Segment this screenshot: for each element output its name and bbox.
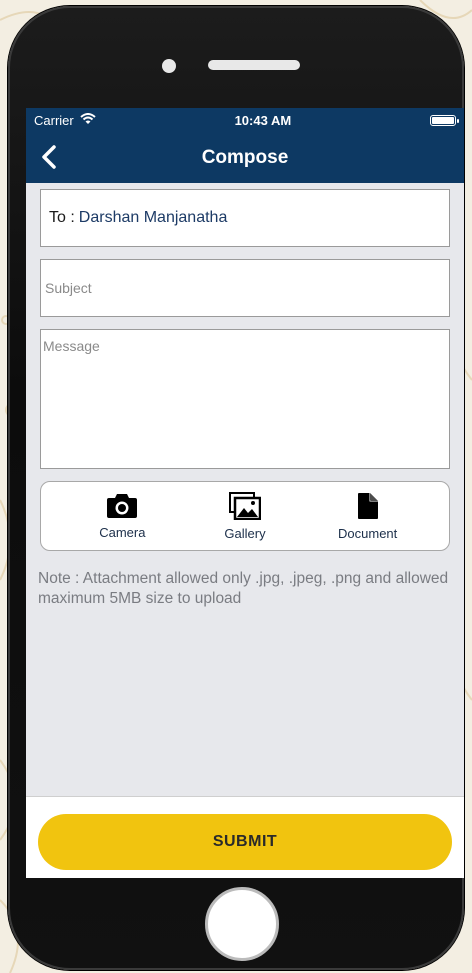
home-button[interactable] bbox=[205, 887, 279, 961]
subject-field-container bbox=[40, 259, 450, 317]
recipient-name: Darshan Manjanatha bbox=[78, 209, 228, 226]
status-bar: Carrier 10:43 AM bbox=[26, 108, 464, 132]
message-field-container bbox=[40, 329, 450, 469]
navigation-bar: Compose bbox=[26, 132, 464, 183]
gallery-label: Gallery bbox=[224, 525, 266, 541]
message-input[interactable] bbox=[41, 330, 449, 468]
document-button[interactable]: Document bbox=[323, 492, 413, 541]
front-camera bbox=[162, 59, 176, 73]
camera-icon bbox=[107, 493, 138, 518]
status-left: Carrier bbox=[34, 113, 96, 128]
chevron-left-icon bbox=[42, 145, 56, 169]
bottom-action-bar: SUBMIT bbox=[26, 796, 464, 878]
submit-button[interactable]: SUBMIT bbox=[38, 814, 452, 870]
subject-input[interactable] bbox=[41, 260, 449, 316]
document-icon bbox=[357, 492, 378, 519]
back-button[interactable] bbox=[34, 142, 64, 172]
status-time: 10:43 AM bbox=[234, 112, 292, 128]
battery-icon bbox=[430, 114, 459, 126]
carrier-label: Carrier bbox=[34, 112, 74, 128]
page-title: Compose bbox=[201, 146, 289, 168]
camera-label: Camera bbox=[99, 524, 146, 540]
recipient-label: To : bbox=[49, 209, 75, 226]
attachment-note: Note : Attachment allowed only .jpg, .jp… bbox=[38, 570, 449, 607]
recipient-field[interactable]: To : Darshan Manjanatha bbox=[40, 189, 450, 247]
wifi-icon bbox=[80, 112, 96, 128]
document-label: Document bbox=[338, 525, 398, 541]
compose-form: To : Darshan Manjanatha Camera bbox=[26, 183, 464, 609]
gallery-button[interactable]: Gallery bbox=[200, 491, 290, 541]
camera-button[interactable]: Camera bbox=[77, 493, 167, 540]
gallery-icon bbox=[228, 491, 261, 520]
attachment-toolbar: Camera Gallery Document bbox=[40, 481, 450, 551]
earpiece-speaker bbox=[208, 60, 300, 70]
app-screen: Carrier 10:43 AM Compose To : Darshan Ma… bbox=[26, 108, 464, 878]
